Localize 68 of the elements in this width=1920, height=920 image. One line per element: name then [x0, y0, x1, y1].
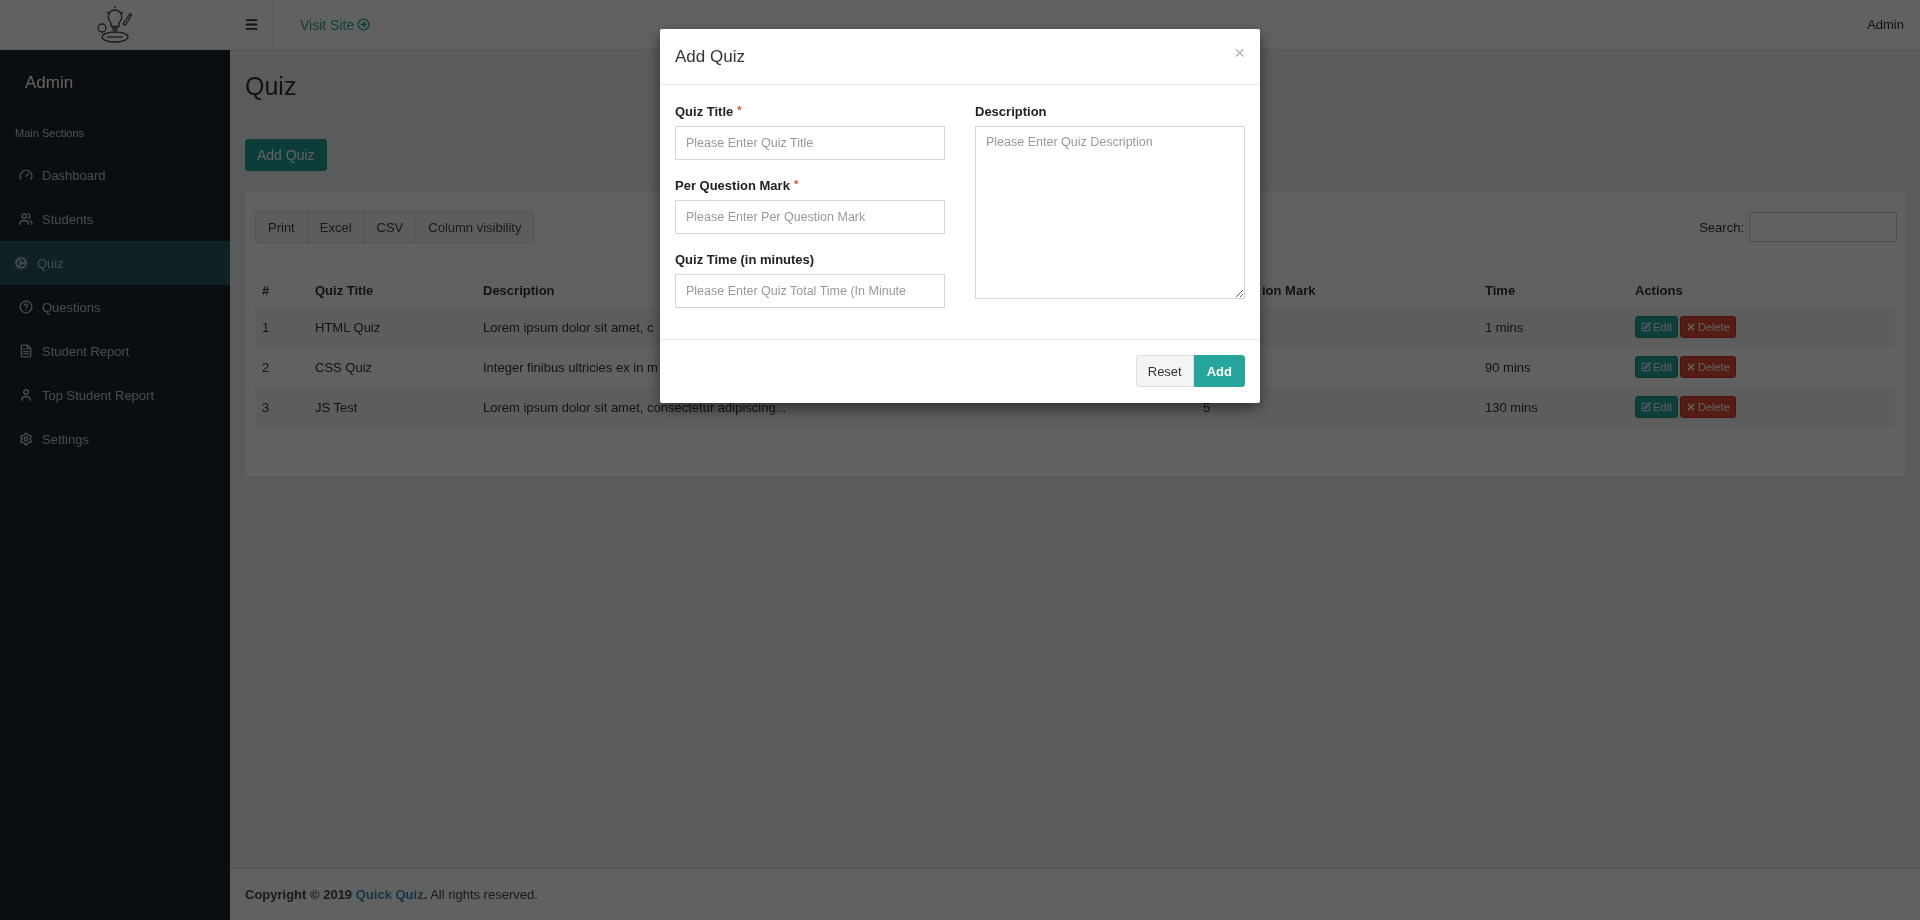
field-label: Quiz Time (in minutes) [675, 252, 816, 267]
page-title: Quiz [245, 72, 298, 101]
field-label: Description [975, 104, 1048, 119]
edit-icon [1641, 402, 1651, 412]
table-cell: 2 [262, 359, 270, 375]
close-icon [1685, 362, 1696, 372]
edit-icon [1641, 322, 1651, 332]
required-mark: * [793, 178, 799, 192]
users-icon [19, 212, 33, 226]
delete-button[interactable]: Delete [1679, 396, 1736, 418]
brand-link[interactable]: Quick Quiz [355, 887, 424, 902]
visit-site-link[interactable]: Visit Site [300, 16, 371, 33]
add-button[interactable]: Add [1193, 355, 1245, 387]
table-cell: Lorem ipsum dolor sit amet, consectetur adipiscing... [483, 399, 787, 415]
delete-button[interactable]: Delete [1679, 316, 1736, 338]
close-icon [1685, 322, 1696, 332]
table-cell: 3 [262, 399, 270, 415]
add-quiz-button[interactable]: Add Quiz [245, 139, 327, 171]
menu-icon [243, 17, 259, 32]
input-field[interactable]: Please Enter Per Question Mark [675, 200, 945, 234]
edit-button[interactable]: Edit [1635, 356, 1678, 378]
column-header: # [262, 282, 270, 298]
delete-button[interactable]: Delete [1679, 356, 1736, 378]
export-button[interactable]: Column visibility [415, 211, 535, 243]
edit-icon [1641, 362, 1651, 372]
export-button[interactable]: Excel [306, 211, 365, 243]
description-field[interactable]: Please Enter Quiz Description [975, 126, 1245, 299]
table-cell: 5 [1203, 399, 1211, 415]
gears-icon [14, 256, 28, 270]
lightbulb-logo-icon [94, 5, 135, 44]
table-cell: JS Test [315, 399, 358, 415]
table-cell: CSS Quiz [315, 359, 373, 375]
table-cell: 1 mins [1485, 319, 1524, 335]
export-button[interactable]: Print [255, 211, 308, 243]
copyright-text: Copyright © 2019 Quick Quiz. All rights reserved. [245, 887, 538, 902]
gauge-icon [19, 168, 33, 182]
input-field[interactable]: Please Enter Quiz Title [675, 126, 945, 160]
column-header: Description [483, 282, 555, 298]
table-cell: HTML Quiz [315, 319, 381, 335]
sidebar-title: Admin [24, 72, 75, 94]
column-header: Time [1485, 282, 1516, 298]
column-header: Actions [1635, 282, 1683, 298]
field-label: Quiz Title * [675, 104, 743, 119]
table-cell: 1 [262, 319, 270, 335]
document-icon [19, 344, 33, 358]
arrow-circle-icon [357, 18, 371, 31]
table-cell: 130 mins [1485, 399, 1538, 415]
table-cell: Lorem ipsum dolor sit amet, c [483, 319, 654, 335]
edit-button[interactable]: Edit [1635, 396, 1678, 418]
field-label: Per Question Mark * [675, 178, 800, 193]
section-heading: Main Sections [14, 126, 86, 141]
close-icon [1685, 402, 1696, 412]
settings-icon [19, 432, 33, 446]
input-field[interactable]: Please Enter Quiz Total Time (In Minute [675, 274, 945, 308]
column-header: Quiz Title [315, 282, 374, 298]
table-cell: Integer finibus ultricies ex in m [483, 359, 658, 375]
column-header: ion Mark [1262, 282, 1316, 298]
question-circle-icon [19, 300, 33, 314]
user-menu[interactable]: Admin [1850, 0, 1920, 49]
close-button[interactable]: × [1233, 43, 1245, 62]
table-cell: 90 mins [1485, 359, 1531, 375]
export-button[interactable]: CSV [363, 211, 417, 243]
required-mark: * [737, 104, 742, 118]
modal-title: Add Quiz [675, 46, 745, 67]
edit-button[interactable]: Edit [1635, 316, 1678, 338]
user-icon [19, 388, 33, 402]
reset-button[interactable]: Reset [1135, 355, 1194, 387]
search-label: Search: [1699, 219, 1744, 235]
